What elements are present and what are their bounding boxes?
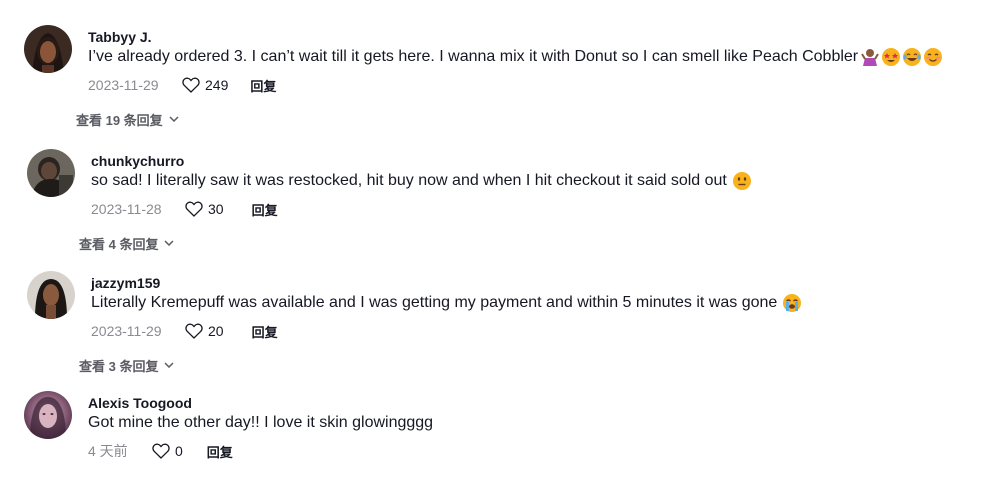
heart-icon (182, 77, 200, 93)
heart-icon (185, 201, 203, 217)
comment-text-content: Literally Kremepuff was available and I … (91, 294, 778, 311)
comment-username[interactable]: chunkychurro (91, 152, 751, 170)
comment-username[interactable]: Alexis Toogood (88, 394, 433, 412)
smiling-face-icon (924, 48, 943, 66)
chevron-down-icon (164, 240, 174, 246)
view-replies-label: 查看 4 条回复 (79, 236, 159, 252)
heart-icon (185, 323, 203, 339)
like-count: 20 (208, 323, 224, 339)
like-count: 249 (205, 77, 229, 93)
comment-text-content: I’ve already ordered 3. I can’t wait til… (88, 48, 859, 65)
view-replies-label: 查看 3 条回复 (79, 358, 159, 374)
comment-date: 2023-11-29 (88, 77, 159, 93)
comment-text-content: Got mine the other day!! I love it skin … (88, 414, 434, 431)
like-count: 30 (208, 201, 224, 217)
like-button[interactable]: 0 (152, 443, 183, 459)
comment-username[interactable]: jazzym159 (91, 274, 801, 292)
loudly-crying-face-icon (783, 294, 802, 312)
chevron-down-icon (169, 116, 179, 122)
view-replies-button[interactable]: 查看 4 条回复 (79, 233, 174, 253)
neutral-face-icon (732, 172, 751, 190)
person-gesturing-icon (861, 48, 879, 66)
avatar[interactable] (27, 271, 75, 319)
comment-text: Literally Kremepuff was available and I … (91, 292, 802, 314)
like-button[interactable]: 30 (185, 201, 224, 217)
comment-text: I’ve already ordered 3. I can’t wait til… (88, 46, 943, 68)
view-replies-button[interactable]: 查看 19 条回复 (76, 109, 179, 129)
comment-text: Got mine the other day!! I love it skin … (88, 412, 433, 434)
view-replies-label: 查看 19 条回复 (76, 112, 163, 128)
view-replies-button[interactable]: 查看 3 条回复 (79, 355, 174, 375)
comment-username[interactable]: Tabbyy J. (88, 28, 942, 46)
like-button[interactable]: 20 (185, 323, 224, 339)
comment-date: 4 天前 (88, 443, 128, 459)
comment-text: so sad! I literally saw it was restocked… (91, 170, 751, 192)
reply-button[interactable]: 回复 (207, 442, 233, 461)
avatar[interactable] (27, 149, 75, 197)
reply-button[interactable]: 回复 (252, 322, 278, 341)
reply-button[interactable]: 回复 (250, 76, 276, 95)
comment-date: 2023-11-29 (91, 323, 162, 339)
tears-of-joy-icon (903, 48, 922, 66)
reply-button[interactable]: 回复 (252, 200, 278, 219)
avatar[interactable] (24, 25, 72, 73)
star-struck-icon (882, 48, 901, 66)
comment-date: 2023-11-28 (91, 201, 162, 217)
like-button[interactable]: 249 (182, 77, 228, 93)
comment-text-content: so sad! I literally saw it was restocked… (91, 172, 727, 189)
chevron-down-icon (164, 362, 174, 368)
heart-icon (152, 443, 170, 459)
avatar[interactable] (24, 391, 72, 439)
like-count: 0 (175, 443, 183, 459)
